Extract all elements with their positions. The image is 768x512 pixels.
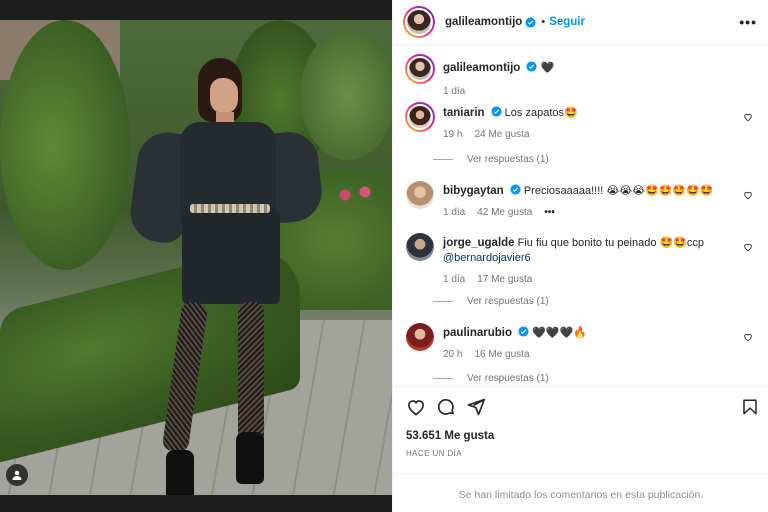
comment-row: paulinarubio 🖤🖤🖤🔥 20 h 16 Me gusta — [405, 322, 761, 366]
view-replies-button[interactable]: Ver respuestas (1) — [433, 154, 549, 165]
comment-username[interactable]: taniarin — [443, 107, 485, 119]
post-photo[interactable] — [0, 20, 392, 495]
post-photo-panel — [0, 0, 392, 512]
view-replies-label: Ver respuestas (1) — [467, 296, 549, 307]
comment-text: 🖤🖤🖤🔥 — [532, 327, 587, 339]
comment-avatar[interactable] — [406, 233, 434, 261]
photo-tree — [0, 20, 130, 270]
separator-dot: • — [541, 16, 546, 28]
caption-username[interactable]: galileamontijo — [443, 62, 520, 74]
more-options-button[interactable]: ••• — [739, 14, 757, 30]
caption-time: 1 día — [443, 86, 466, 97]
view-replies-button[interactable]: Ver respuestas (1) — [433, 373, 549, 384]
comment-row: jorge_ugalde Fiu fiu que bonito tu peina… — [405, 232, 761, 292]
comment-username[interactable]: jorge_ugalde — [443, 237, 515, 249]
comment-like-heart-icon[interactable] — [743, 112, 753, 122]
photo-person — [126, 40, 325, 495]
comment-username[interactable]: paulinarubio — [443, 327, 512, 339]
caption-avatar[interactable] — [405, 54, 435, 84]
comment-text: Los zapatos🤩 — [504, 107, 578, 119]
comment-like-heart-icon[interactable] — [743, 332, 753, 342]
view-replies-button[interactable]: Ver respuestas (1) — [433, 296, 549, 307]
comment-likes[interactable]: 17 Me gusta — [477, 272, 532, 287]
post-actions-bar: 53.651 Me gusta HACE UN DÍA — [393, 386, 768, 458]
comments-limited-notice: Se han limitado los comentarios en esta … — [393, 473, 768, 512]
caption-row: galileamontijo 🖤 1 día — [405, 54, 761, 98]
author-username[interactable]: galileamontijo — [445, 16, 522, 28]
replies-divider — [433, 378, 453, 379]
verified-badge-icon — [525, 16, 536, 28]
comment-likes[interactable]: 42 Me gusta — [477, 205, 532, 220]
comment-avatar[interactable] — [406, 181, 434, 209]
comment-avatar[interactable] — [405, 102, 435, 132]
comment-time: 19 h — [443, 129, 463, 140]
comment-options-button[interactable]: ••• — [544, 205, 555, 220]
share-icon[interactable] — [466, 397, 486, 417]
comment-time: 1 día — [443, 207, 466, 218]
verified-badge-icon — [518, 326, 529, 337]
comment-likes[interactable]: 16 Me gusta — [474, 347, 529, 362]
comment-time: 1 día — [443, 274, 466, 285]
comment-avatar[interactable] — [406, 323, 434, 351]
comment-like-heart-icon[interactable] — [743, 242, 753, 252]
comment-text: Preciosaaaaa!!!! 😭😭😭🤩🤩🤩🤩🤩 — [523, 185, 714, 197]
comments-list[interactable]: galileamontijo 🖤 1 día taniarin Los zapa… — [393, 46, 768, 386]
comment-row: taniarin Los zapatos🤩 19 h 24 Me gusta — [405, 102, 761, 146]
caption-text: 🖤 — [540, 62, 555, 74]
photo-flowers — [330, 180, 380, 210]
bookmark-icon[interactable] — [741, 397, 759, 417]
comment-text: Fiu fiu que bonito tu peinado 🤩🤩ccp — [517, 237, 705, 249]
verified-badge-icon — [491, 106, 502, 117]
post-details-panel: galileamontijo • Seguir ••• galileamonti… — [392, 0, 768, 512]
comment-like-heart-icon[interactable] — [743, 190, 753, 200]
replies-divider — [433, 301, 453, 302]
comment-likes[interactable]: 24 Me gusta — [474, 127, 529, 142]
heart-icon[interactable] — [406, 397, 426, 417]
follow-button[interactable]: Seguir — [549, 16, 585, 28]
comment-row: bibygaytan Preciosaaaaa!!!! 😭😭😭🤩🤩🤩🤩🤩 1 d… — [405, 180, 761, 224]
view-replies-label: Ver respuestas (1) — [467, 154, 549, 165]
comment-time: 20 h — [443, 349, 463, 360]
verified-badge-icon — [526, 61, 537, 72]
post-header: galileamontijo • Seguir ••• — [393, 0, 768, 45]
post-timestamp: HACE UN DÍA — [406, 449, 462, 458]
likes-count[interactable]: 53.651 Me gusta — [406, 430, 494, 442]
view-replies-label: Ver respuestas (1) — [467, 373, 549, 384]
comment-mention-link[interactable]: @bernardojavier6 — [443, 252, 531, 264]
user-tag-icon[interactable] — [6, 464, 28, 486]
author-avatar[interactable] — [403, 6, 435, 38]
verified-badge-icon — [510, 184, 521, 195]
comment-icon[interactable] — [436, 397, 456, 417]
comment-username[interactable]: bibygaytan — [443, 185, 504, 197]
replies-divider — [433, 159, 453, 160]
